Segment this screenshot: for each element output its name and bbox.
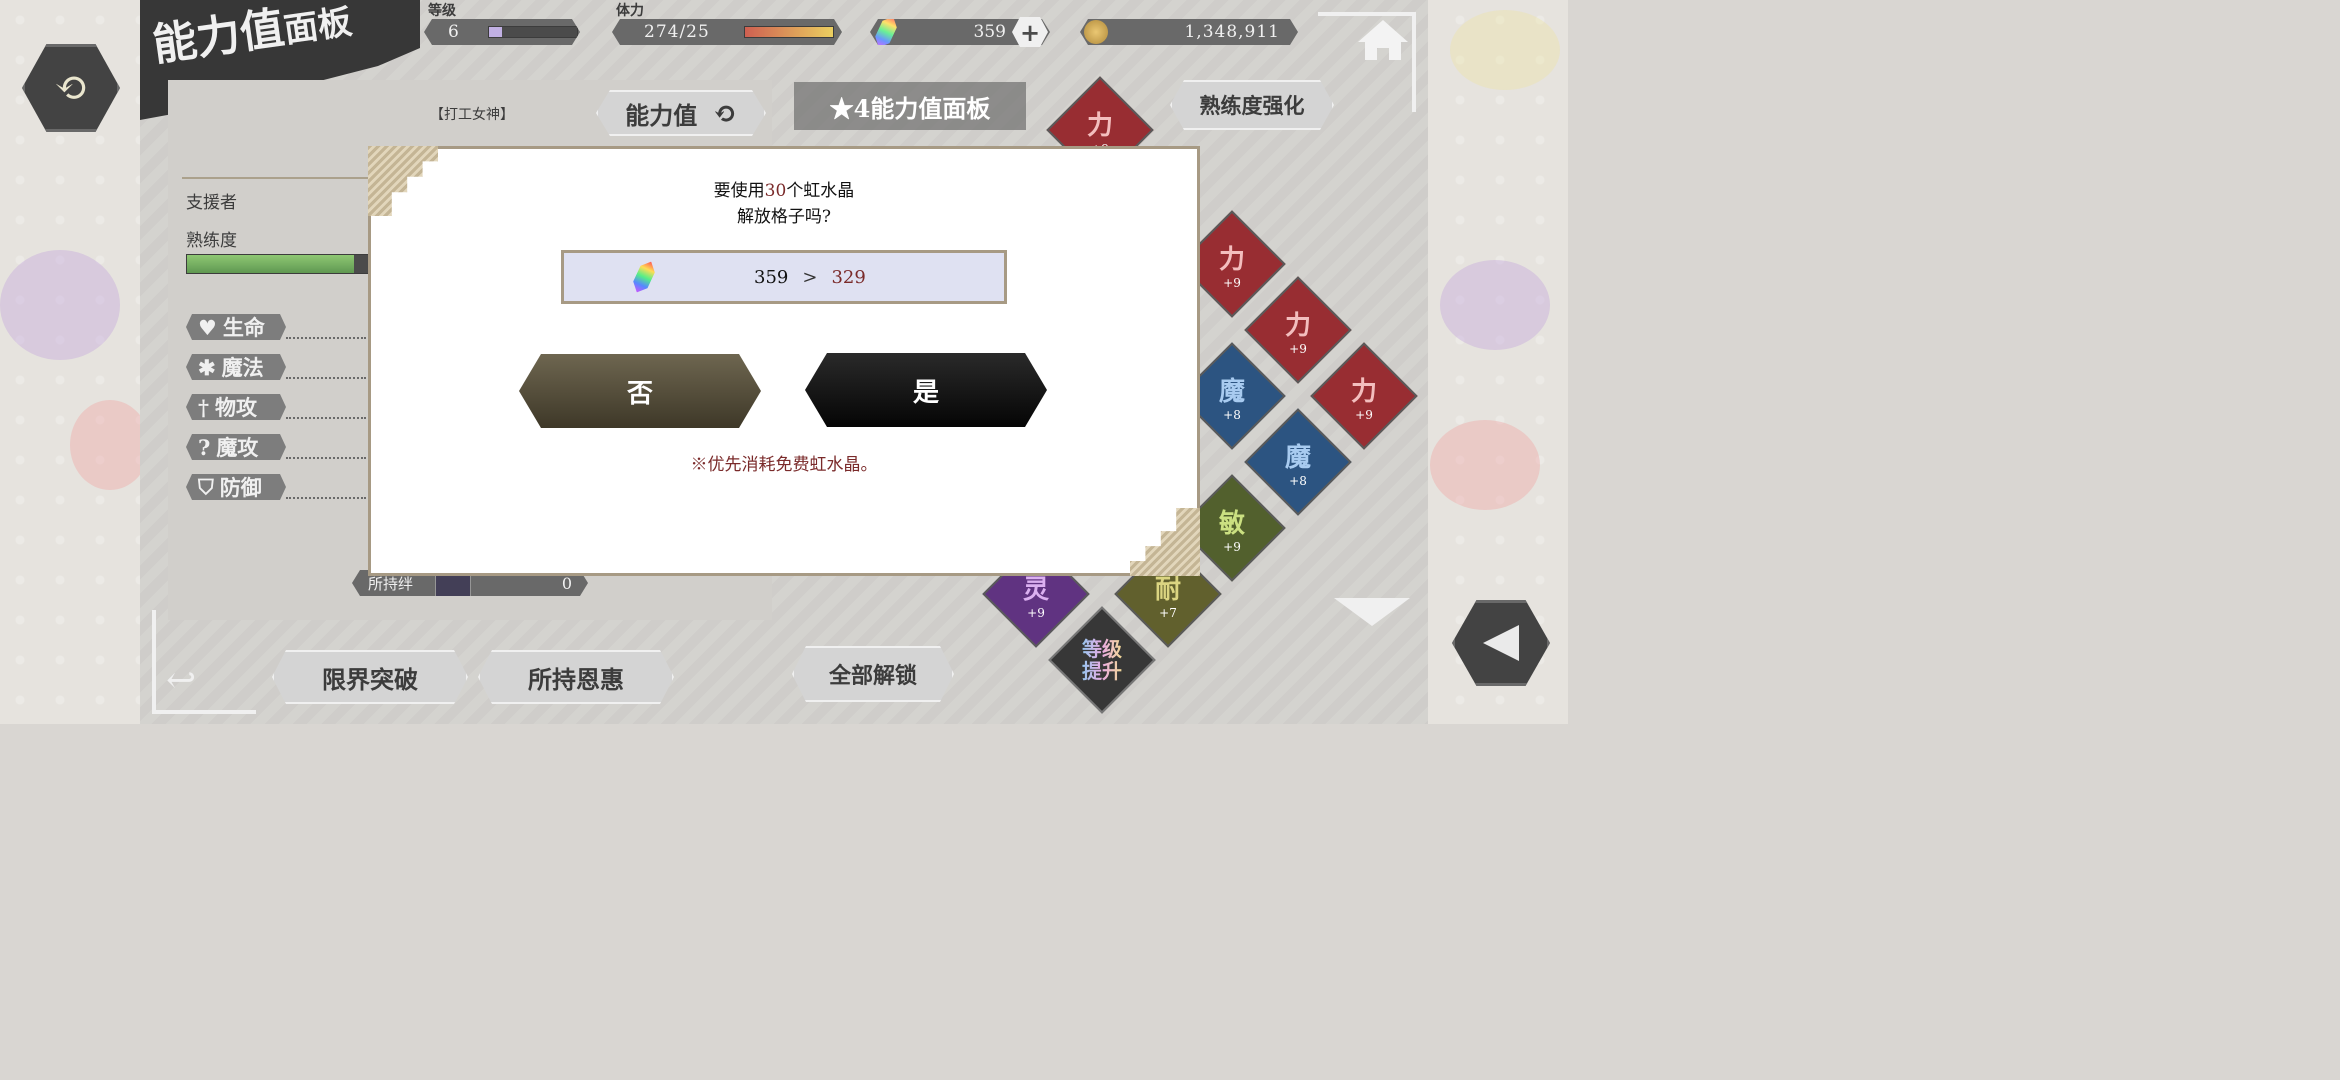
dialog-note: ※优先消耗免费虹水晶。 <box>690 455 878 475</box>
gems-before: 359 <box>754 266 789 288</box>
arrow-icon: > <box>802 266 818 288</box>
yes-button[interactable]: 是 <box>805 353 1047 427</box>
no-button[interactable]: 否 <box>519 354 761 428</box>
msg-text: 要使用 <box>713 181 765 201</box>
msg-text: 个虹水晶 <box>786 181 855 201</box>
cost-box: 359 > 329 <box>561 250 1007 304</box>
dialog-message: 要使用30个虹水晶 解放格子吗? <box>368 178 1200 230</box>
msg-cost: 30 <box>764 181 787 201</box>
rainbow-crystal-icon <box>630 258 659 296</box>
gems-after: 329 <box>831 266 866 288</box>
msg-question: 解放格子吗? <box>736 207 832 227</box>
